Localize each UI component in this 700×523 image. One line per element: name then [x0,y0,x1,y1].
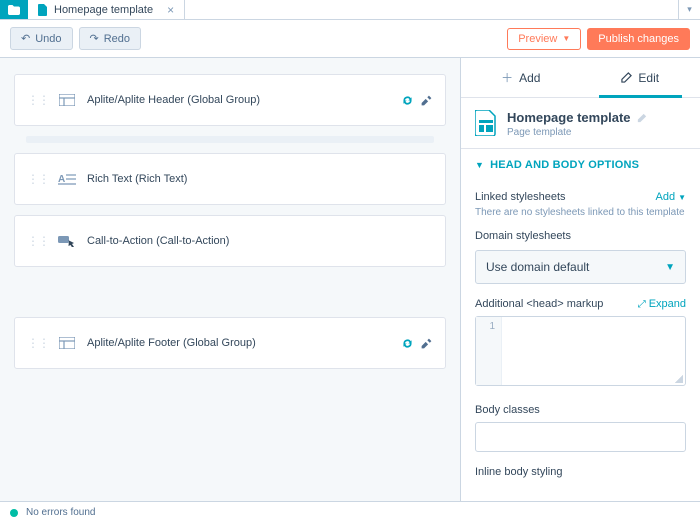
undo-icon: ↶ [21,32,30,45]
inspector-panel: ＋ Add Edit Homepage template [460,58,700,501]
redo-icon: ↷ [90,32,99,45]
module-row[interactable]: ⋮⋮ A Rich Text (Rich Text) [14,153,446,205]
edit-title-icon[interactable] [637,113,647,123]
layout-icon [57,335,77,351]
template-file-icon [475,110,497,136]
code-gutter: 1 [476,317,502,385]
layout-icon [57,92,77,108]
inline-body-styling-label: Inline body styling [475,466,562,478]
richtext-icon: A [57,171,77,187]
preview-button[interactable]: Preview ▼ [507,28,581,50]
template-subtitle: Page template [507,127,686,138]
module-label: Aplite/Aplite Header (Global Group) [87,94,401,106]
tools-icon[interactable] [420,337,433,350]
module-label: Aplite/Aplite Footer (Global Group) [87,337,401,349]
body-classes-input[interactable] [475,422,686,452]
domain-stylesheet-select[interactable]: Use domain default ▼ [475,250,686,284]
canvas: ⋮⋮ Aplite/Aplite Header (Global Group) ⋮… [0,58,460,501]
drag-handle-icon[interactable]: ⋮⋮ [27,336,49,350]
tab-edit[interactable]: Edit [581,58,700,97]
sync-icon[interactable] [401,337,414,350]
tab-overflow-dropdown[interactable]: ▾ [678,0,700,19]
linked-stylesheets-help: There are no stylesheets linked to this … [475,207,686,218]
tab-add[interactable]: ＋ Add [461,58,581,97]
chevron-down-icon: ▼ [475,160,484,170]
file-tab-label: Homepage template [54,4,153,16]
cta-icon [57,233,77,249]
close-icon[interactable]: × [167,3,174,17]
plus-icon: ＋ [501,69,513,86]
status-text: No errors found [26,507,95,518]
drag-handle-icon[interactable]: ⋮⋮ [27,172,49,186]
publish-button[interactable]: Publish changes [587,28,690,50]
template-title: Homepage template [507,110,631,125]
file-tab[interactable]: Homepage template × [28,0,185,19]
section-head-body[interactable]: ▼ HEAD AND BODY OPTIONS [461,149,700,181]
caret-down-icon: ▼ [665,262,675,273]
linked-stylesheets-label: Linked stylesheets [475,191,566,203]
add-stylesheet-action[interactable]: Add ▼ [656,191,687,203]
domain-stylesheets-label: Domain stylesheets [475,230,571,242]
module-label: Rich Text (Rich Text) [87,173,433,185]
undo-button[interactable]: ↶ Undo [10,27,73,50]
file-icon [38,4,48,16]
body-classes-label: Body classes [475,404,540,416]
expand-icon: ⤢ [638,299,646,310]
tools-icon[interactable] [420,94,433,107]
drag-handle-icon[interactable]: ⋮⋮ [27,93,49,107]
folder-icon [8,5,20,15]
additional-head-label: Additional <head> markup [475,298,603,310]
pencil-icon [621,72,632,83]
status-bar: No errors found [0,501,700,523]
folder-tab[interactable] [0,0,28,19]
status-dot-icon [10,509,18,517]
sync-icon[interactable] [401,94,414,107]
expand-head-action[interactable]: ⤢ Expand [638,298,686,310]
module-row[interactable]: ⋮⋮ Aplite/Aplite Footer (Global Group) [14,317,446,369]
caret-down-icon: ▼ [678,193,686,202]
drag-handle-icon[interactable]: ⋮⋮ [27,234,49,248]
caret-down-icon: ▼ [562,34,570,43]
module-row[interactable]: ⋮⋮ Aplite/Aplite Header (Global Group) [14,74,446,126]
additional-head-editor[interactable]: 1 [475,316,686,386]
resize-handle[interactable] [675,375,683,383]
svg-text:A: A [58,174,65,185]
module-row[interactable]: ⋮⋮ Call-to-Action (Call-to-Action) [14,215,446,267]
drop-zone[interactable] [26,136,434,143]
module-label: Call-to-Action (Call-to-Action) [87,235,433,247]
redo-button[interactable]: ↷ Redo [79,27,142,50]
